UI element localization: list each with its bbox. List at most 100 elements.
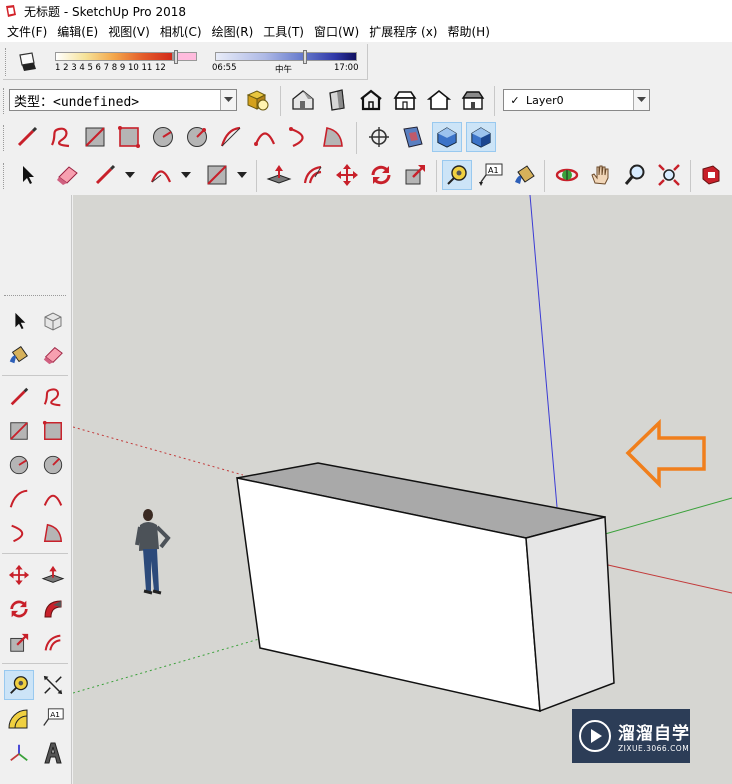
pencil-icon xyxy=(10,387,29,406)
circle-icon xyxy=(9,455,29,475)
line-tool-button[interactable] xyxy=(12,122,42,152)
pan-tool-button[interactable] xyxy=(586,160,616,190)
rotate-button-left[interactable] xyxy=(4,594,34,624)
push-pull-tool-button[interactable] xyxy=(264,160,294,190)
3d-text-button-left[interactable] xyxy=(38,738,68,768)
offset-button-left[interactable] xyxy=(38,628,68,658)
tape-measure-tool-button[interactable] xyxy=(442,160,472,190)
rectangle-tool-button[interactable] xyxy=(80,122,110,152)
menu-camera[interactable]: 相机(C) xyxy=(155,22,207,42)
make-component-button-left[interactable] xyxy=(38,306,68,336)
month-slider-handle[interactable] xyxy=(174,50,178,64)
two-point-arc-tool-button[interactable] xyxy=(250,122,280,152)
paint-bucket-button-left[interactable] xyxy=(4,340,34,370)
push-pull-button-left[interactable] xyxy=(38,560,68,590)
dimension-icon xyxy=(43,675,63,695)
chevron-down-icon[interactable] xyxy=(633,90,649,110)
toolbar-grip[interactable] xyxy=(4,295,66,297)
freehand-button-left[interactable] xyxy=(38,382,68,412)
axes-button-left[interactable] xyxy=(4,738,34,768)
freehand-tool-button[interactable] xyxy=(46,122,76,152)
display-section-planes-button[interactable] xyxy=(432,122,462,152)
polygon-tool-button[interactable] xyxy=(182,122,212,152)
3d-warehouse-button[interactable] xyxy=(696,160,726,190)
text-button-left[interactable]: A1 xyxy=(38,704,68,734)
eraser-tool-button[interactable] xyxy=(52,160,82,190)
arc-tools-dropdown[interactable] xyxy=(180,160,192,190)
toolbar-grip[interactable] xyxy=(5,48,7,76)
toolbar-grip[interactable] xyxy=(3,125,5,151)
zoom-extents-tool-button[interactable] xyxy=(654,160,684,190)
box-side-face[interactable] xyxy=(525,516,615,713)
time-slider-handle[interactable] xyxy=(303,50,307,64)
style-wireframe-button[interactable] xyxy=(356,85,386,115)
circle-tool-button[interactable] xyxy=(148,122,178,152)
arc-tool-button-2[interactable] xyxy=(146,160,176,190)
time-slider-track[interactable] xyxy=(215,52,357,61)
rectangle-tool-button-2[interactable] xyxy=(202,160,232,190)
chevron-down-icon[interactable] xyxy=(220,90,236,110)
position-camera-button[interactable] xyxy=(364,122,394,152)
select-tool-button[interactable] xyxy=(12,160,42,190)
menu-tools[interactable]: 工具(T) xyxy=(258,22,309,42)
rotate-tool-button[interactable] xyxy=(366,160,396,190)
three-point-arc-icon xyxy=(11,524,24,543)
style-xray-button[interactable] xyxy=(288,85,318,115)
polygon-button-left[interactable] xyxy=(38,450,68,480)
line-tool-button-2[interactable] xyxy=(90,160,120,190)
paint-bucket-tool-button[interactable] xyxy=(510,160,540,190)
pie-tool-button[interactable] xyxy=(318,122,348,152)
style-shaded-button[interactable] xyxy=(424,85,454,115)
line-tools-dropdown[interactable] xyxy=(124,160,136,190)
shadows-toggle-button[interactable] xyxy=(13,47,43,77)
eraser-button-left[interactable] xyxy=(38,340,68,370)
menu-window[interactable]: 窗口(W) xyxy=(309,22,364,42)
rotated-rectangle-button-left[interactable] xyxy=(38,416,68,446)
move-tool-button[interactable] xyxy=(332,160,362,190)
pencil-icon xyxy=(95,164,116,185)
rectangle-button-left[interactable] xyxy=(4,416,34,446)
menu-view[interactable]: 视图(V) xyxy=(103,22,155,42)
title-bar: 无标题 - SketchUp Pro 2018 xyxy=(0,0,732,22)
zoom-tool-button[interactable] xyxy=(620,160,650,190)
move-button-left[interactable] xyxy=(4,560,34,590)
scale-button-left[interactable] xyxy=(4,628,34,658)
orbit-tool-button[interactable] xyxy=(552,160,582,190)
menu-file[interactable]: 文件(F) xyxy=(2,22,52,42)
shape-tools-dropdown[interactable] xyxy=(236,160,248,190)
protractor-button-left[interactable] xyxy=(4,704,34,734)
style-back-edges-button[interactable] xyxy=(322,85,352,115)
select-tool-button-left[interactable] xyxy=(4,306,34,336)
display-section-cuts-button[interactable] xyxy=(466,122,496,152)
style-shaded-textures-button[interactable] xyxy=(458,85,488,115)
dimension-button-left[interactable] xyxy=(38,670,68,700)
text-tool-button[interactable]: A1 xyxy=(476,160,506,190)
follow-me-button-left[interactable] xyxy=(38,594,68,624)
line-button-left[interactable] xyxy=(4,382,34,412)
menu-help[interactable]: 帮助(H) xyxy=(442,22,494,42)
toolbar-grip[interactable] xyxy=(3,88,5,114)
rotated-rectangle-tool-button[interactable] xyxy=(114,122,144,152)
arc-button-left[interactable] xyxy=(4,484,34,514)
menu-edit[interactable]: 编辑(E) xyxy=(52,22,103,42)
pie-button-left[interactable] xyxy=(38,518,68,548)
components-button[interactable] xyxy=(243,85,273,115)
three-point-arc-button-left[interactable] xyxy=(4,518,34,548)
scale-figure-person[interactable] xyxy=(135,509,171,595)
offset-tool-button[interactable] xyxy=(298,160,328,190)
three-point-arc-tool-button[interactable] xyxy=(284,122,314,152)
entity-type-select[interactable]: 类型：<undefined> xyxy=(9,89,237,111)
two-point-arc-button-left[interactable] xyxy=(38,484,68,514)
scale-tool-button[interactable] xyxy=(400,160,430,190)
menu-draw[interactable]: 绘图(R) xyxy=(207,22,259,42)
menu-extensions[interactable]: 扩展程序 (x) xyxy=(364,22,442,42)
layer-select[interactable]: ✓ Layer0 xyxy=(503,89,650,111)
circle-button-left[interactable] xyxy=(4,450,34,480)
drawing-viewport[interactable] xyxy=(73,195,732,784)
toolbar-grip[interactable] xyxy=(3,163,5,189)
tape-measure-button-left[interactable] xyxy=(4,670,34,700)
section-plane-button[interactable] xyxy=(398,122,428,152)
arc-tool-button[interactable] xyxy=(216,122,246,152)
month-slider-track[interactable] xyxy=(55,52,173,61)
style-hidden-line-button[interactable] xyxy=(390,85,420,115)
